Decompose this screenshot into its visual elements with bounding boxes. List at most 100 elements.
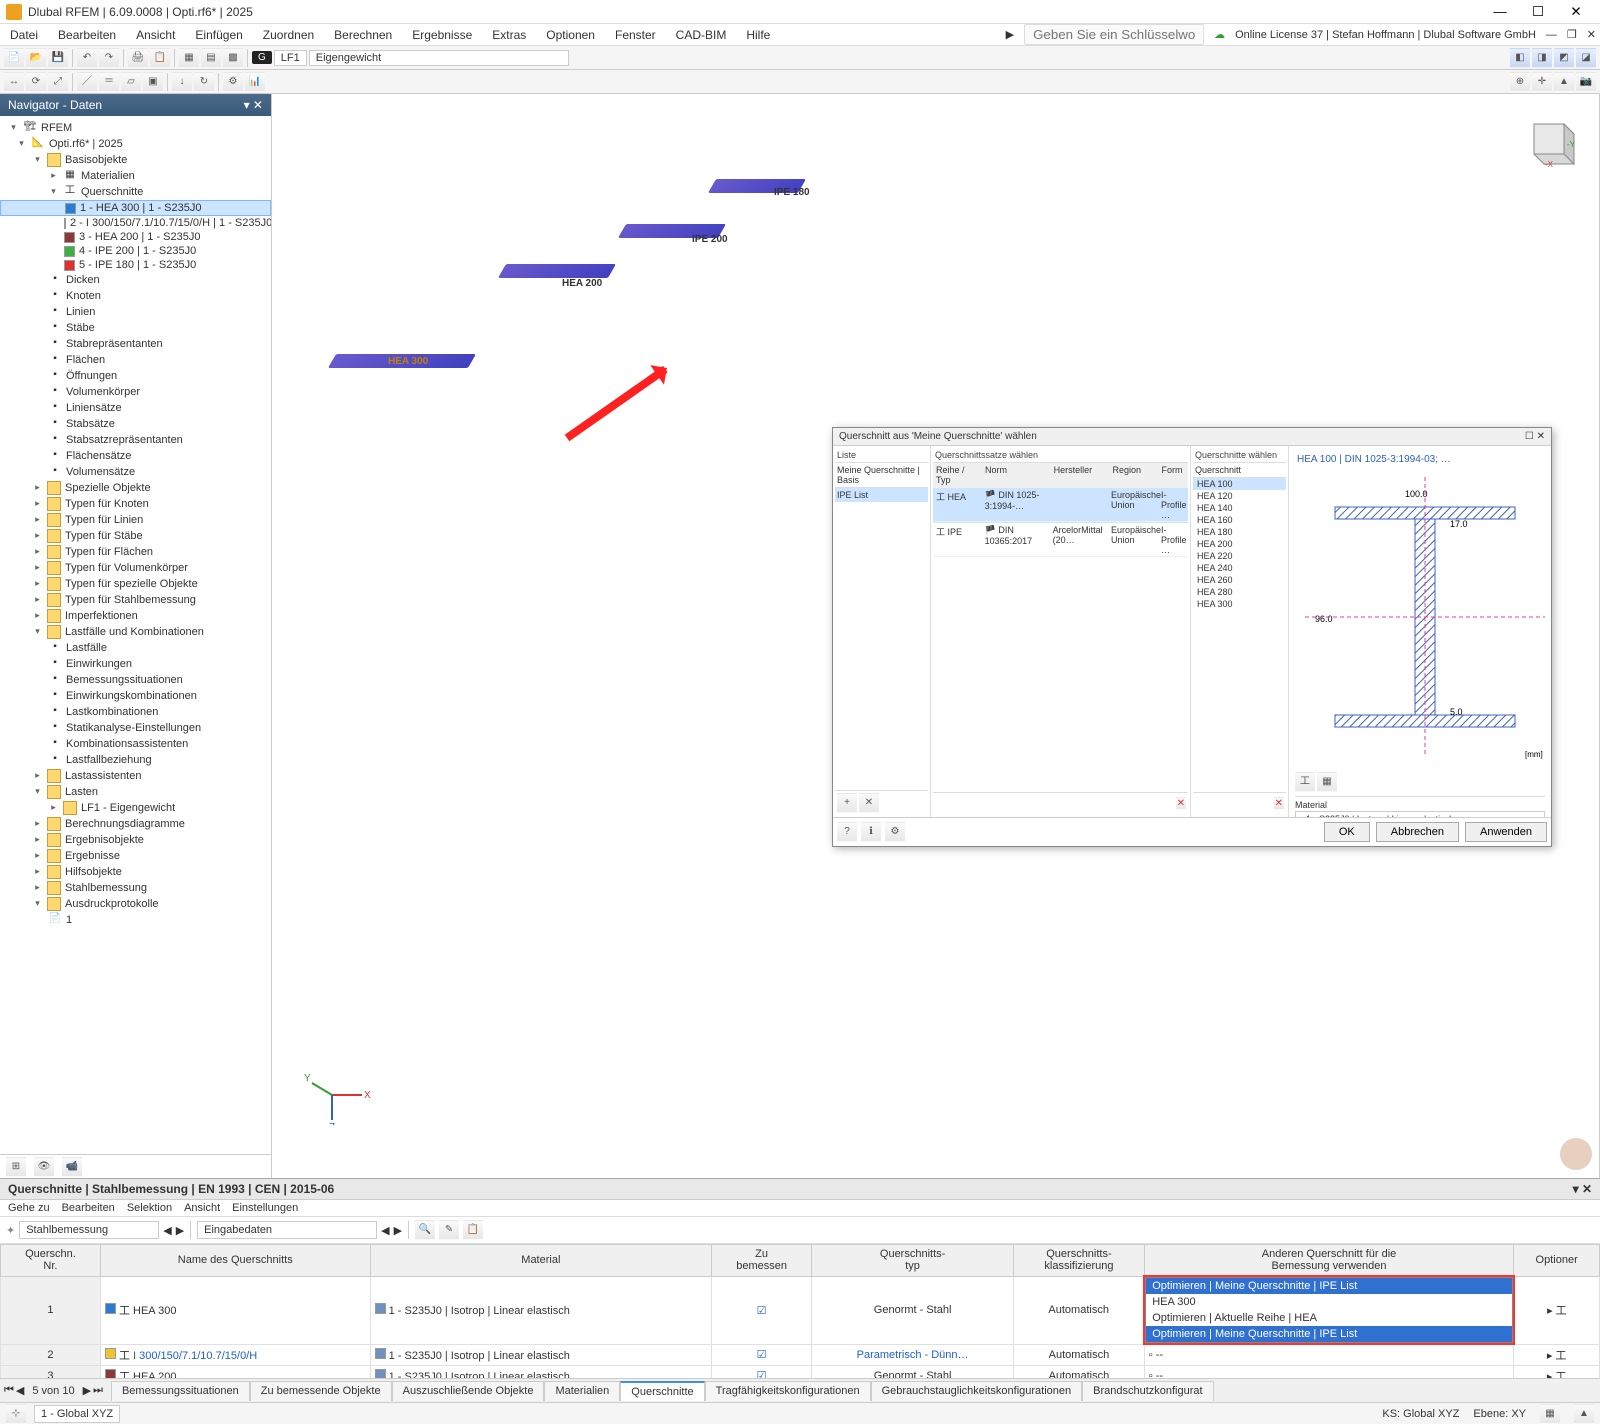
dlg-qs-del-icon[interactable]: ✕	[1274, 797, 1284, 810]
tree-lf-item[interactable]: Lastfallbeziehung	[66, 754, 152, 766]
panel-tab[interactable]: Gebrauchstauglichkeitskonfigurationen	[871, 1381, 1083, 1401]
assistant-avatar[interactable]	[1558, 1136, 1594, 1172]
tree-item[interactable]: Knoten	[66, 290, 101, 302]
tool-undo-icon[interactable]: ↶	[77, 48, 97, 68]
menu-cadbim[interactable]: CAD-BIM	[670, 26, 733, 44]
load-case-field[interactable]: LF1	[274, 50, 307, 66]
panel-close-icon[interactable]: ✕	[1582, 1182, 1592, 1196]
tool-view3-icon[interactable]: ◩	[1554, 48, 1574, 68]
mdi-minimize-icon[interactable]: —	[1546, 29, 1557, 41]
table-row[interactable]: 3 工 HEA 200 1 - S235J0 | Isotrop | Linea…	[1, 1365, 1600, 1378]
qs-item[interactable]: HEA 180	[1193, 526, 1286, 538]
tool-render-icon[interactable]: ▲	[1554, 72, 1574, 92]
bp-tool-icon[interactable]: 🔍	[415, 1220, 435, 1240]
status-cs[interactable]: 1 - Global XYZ	[34, 1405, 120, 1423]
panel-tab[interactable]: Materialien	[544, 1381, 620, 1401]
mdi-close-icon[interactable]: ✕	[1587, 28, 1596, 41]
tree-group[interactable]: Typen für Flächen	[65, 546, 153, 558]
mdi-restore-icon[interactable]: ❐	[1567, 28, 1577, 41]
nav-camera-icon[interactable]: 📹	[62, 1157, 82, 1177]
cancel-button[interactable]: Abbrechen	[1376, 822, 1459, 842]
tool-table-icon[interactable]: ▦	[179, 48, 199, 68]
tool-view2-icon[interactable]: ◨	[1532, 48, 1552, 68]
tree-group[interactable]: Typen für Knoten	[65, 498, 149, 510]
tree-lf-item[interactable]: Bemessungssituationen	[66, 674, 183, 686]
tree-lasten[interactable]: Lasten	[65, 786, 98, 798]
tree-group[interactable]: Typen für Linien	[65, 514, 143, 526]
dlg-help-icon[interactable]: ?	[837, 822, 857, 842]
tool-results-icon[interactable]: 📊	[245, 72, 265, 92]
tree-item[interactable]: Stabsatzrepräsentanten	[66, 434, 183, 446]
tool-moment-icon[interactable]: ↻	[194, 72, 214, 92]
bp-menu-bearbeiten[interactable]: Bearbeiten	[62, 1202, 115, 1214]
bp-combo-data[interactable]: Eingabedaten	[197, 1221, 377, 1239]
tree-lf1[interactable]: LF1 - Eigengewicht	[81, 802, 175, 814]
nav-eye-icon[interactable]: 👁	[34, 1157, 54, 1177]
menu-einfuegen[interactable]: Einfügen	[189, 26, 248, 44]
dialog-qs-list[interactable]: HEA 100HEA 120HEA 140HEA 160HEA 180HEA 2…	[1193, 478, 1286, 610]
qs-item[interactable]: HEA 160	[1193, 514, 1286, 526]
tree-tail-item[interactable]: Berechnungsdiagramme	[65, 818, 185, 830]
tool-surface-icon[interactable]: ▱	[121, 72, 141, 92]
tree-item[interactable]: Volumensätze	[66, 466, 135, 478]
bp-menu-einstellungen[interactable]: Einstellungen	[232, 1202, 298, 1214]
tree-item[interactable]: Stabsätze	[66, 418, 115, 430]
menu-extras[interactable]: Extras	[486, 26, 532, 44]
tab-next-icon[interactable]: ▶	[83, 1384, 91, 1397]
table-row[interactable]: 2 工 I 300/150/7.1/10.7/15/0/H 1 - S235J0…	[1, 1344, 1600, 1365]
tool-grid-icon[interactable]: ▩	[223, 48, 243, 68]
tree-group[interactable]: Typen für Volumenkörper	[65, 562, 188, 574]
dialog-restore-icon[interactable]: ☐	[1525, 431, 1534, 442]
table-row[interactable]: 1 工 HEA 300 1 - S235J0 | Isotrop | Linea…	[1, 1276, 1600, 1344]
tool-copy-icon[interactable]: 📋	[150, 48, 170, 68]
tree-item[interactable]: Liniensätze	[66, 402, 122, 414]
tree-root[interactable]: RFEM	[41, 122, 72, 134]
qs-item[interactable]: HEA 240	[1193, 562, 1286, 574]
tree-lf-item[interactable]: Kombinationsassistenten	[66, 738, 188, 750]
tool-line-icon[interactable]: ／	[77, 72, 97, 92]
bp-tool-icon[interactable]: ✎	[439, 1220, 459, 1240]
tool-axes-icon[interactable]: ✛	[1532, 72, 1552, 92]
tree-lf-item[interactable]: Einwirkungskombinationen	[66, 690, 197, 702]
dd-option[interactable]: Optimieren | Meine Querschnitte | IPE Li…	[1146, 1278, 1512, 1294]
tree-lf-item[interactable]: Lastkombinationen	[66, 706, 158, 718]
tree-lf-item[interactable]: Lastfälle	[66, 642, 107, 654]
menu-fenster[interactable]: Fenster	[609, 26, 662, 44]
panel-tab[interactable]: Querschnitte	[620, 1381, 704, 1401]
bp-combo-module[interactable]: Stahlbemessung	[19, 1221, 159, 1239]
tab-last-icon[interactable]: ⏭	[93, 1384, 103, 1397]
menu-zuordnen[interactable]: Zuordnen	[257, 26, 320, 44]
tree-model[interactable]: Opti.rf6* | 2025	[49, 138, 123, 150]
tool-save-icon[interactable]: 💾	[48, 48, 68, 68]
bp-menu-gehezu[interactable]: Gehe zu	[8, 1202, 50, 1214]
tree-section-1[interactable]: 1 - HEA 300 | 1 - S235J0	[80, 202, 201, 214]
tree-section-3[interactable]: 3 - HEA 200 | 1 - S235J0	[79, 231, 200, 243]
tree-tail-item[interactable]: Ergebnisobjekte	[65, 834, 144, 846]
panel-tab[interactable]: Tragfähigkeitskonfigurationen	[705, 1381, 871, 1401]
qs-item[interactable]: HEA 100	[1193, 478, 1286, 490]
tree-section-5[interactable]: 5 - IPE 180 | 1 - S235J0	[79, 259, 196, 271]
table-cell[interactable]: ▫ --	[1144, 1365, 1514, 1378]
qs-item[interactable]: HEA 300	[1193, 598, 1286, 610]
tool-rotate-icon[interactable]: ⟳	[26, 72, 46, 92]
bp-menu-selektion[interactable]: Selektion	[127, 1202, 172, 1214]
search-input[interactable]	[1024, 24, 1204, 45]
menu-hilfe[interactable]: Hilfe	[740, 26, 776, 44]
panel-tab[interactable]: Zu bemessende Objekte	[250, 1381, 392, 1401]
tree-basis[interactable]: Basisobjekte	[65, 154, 127, 166]
dlg-info-icon[interactable]: ℹ	[861, 822, 881, 842]
tool-view1-icon[interactable]: ◧	[1510, 48, 1530, 68]
menu-berechnen[interactable]: Berechnen	[328, 26, 398, 44]
minimize-button[interactable]: —	[1482, 2, 1518, 22]
tool-print-icon[interactable]: 🖨	[128, 48, 148, 68]
tree-lf-item[interactable]: Einwirkungen	[66, 658, 132, 670]
tree-lf-item[interactable]: Statikanalyse-Einstellungen	[66, 722, 201, 734]
tree-querschnitte[interactable]: Querschnitte	[81, 186, 143, 198]
dd-option[interactable]: HEA 300	[1146, 1294, 1512, 1310]
tab-first-icon[interactable]: ⏮	[4, 1384, 14, 1397]
panel-pin-icon[interactable]: ▾	[1573, 1182, 1579, 1196]
tool-member-icon[interactable]: ＝	[99, 72, 119, 92]
qs-item[interactable]: HEA 120	[1193, 490, 1286, 502]
tree-item[interactable]: Flächensätze	[66, 450, 131, 462]
qs-item[interactable]: HEA 260	[1193, 574, 1286, 586]
